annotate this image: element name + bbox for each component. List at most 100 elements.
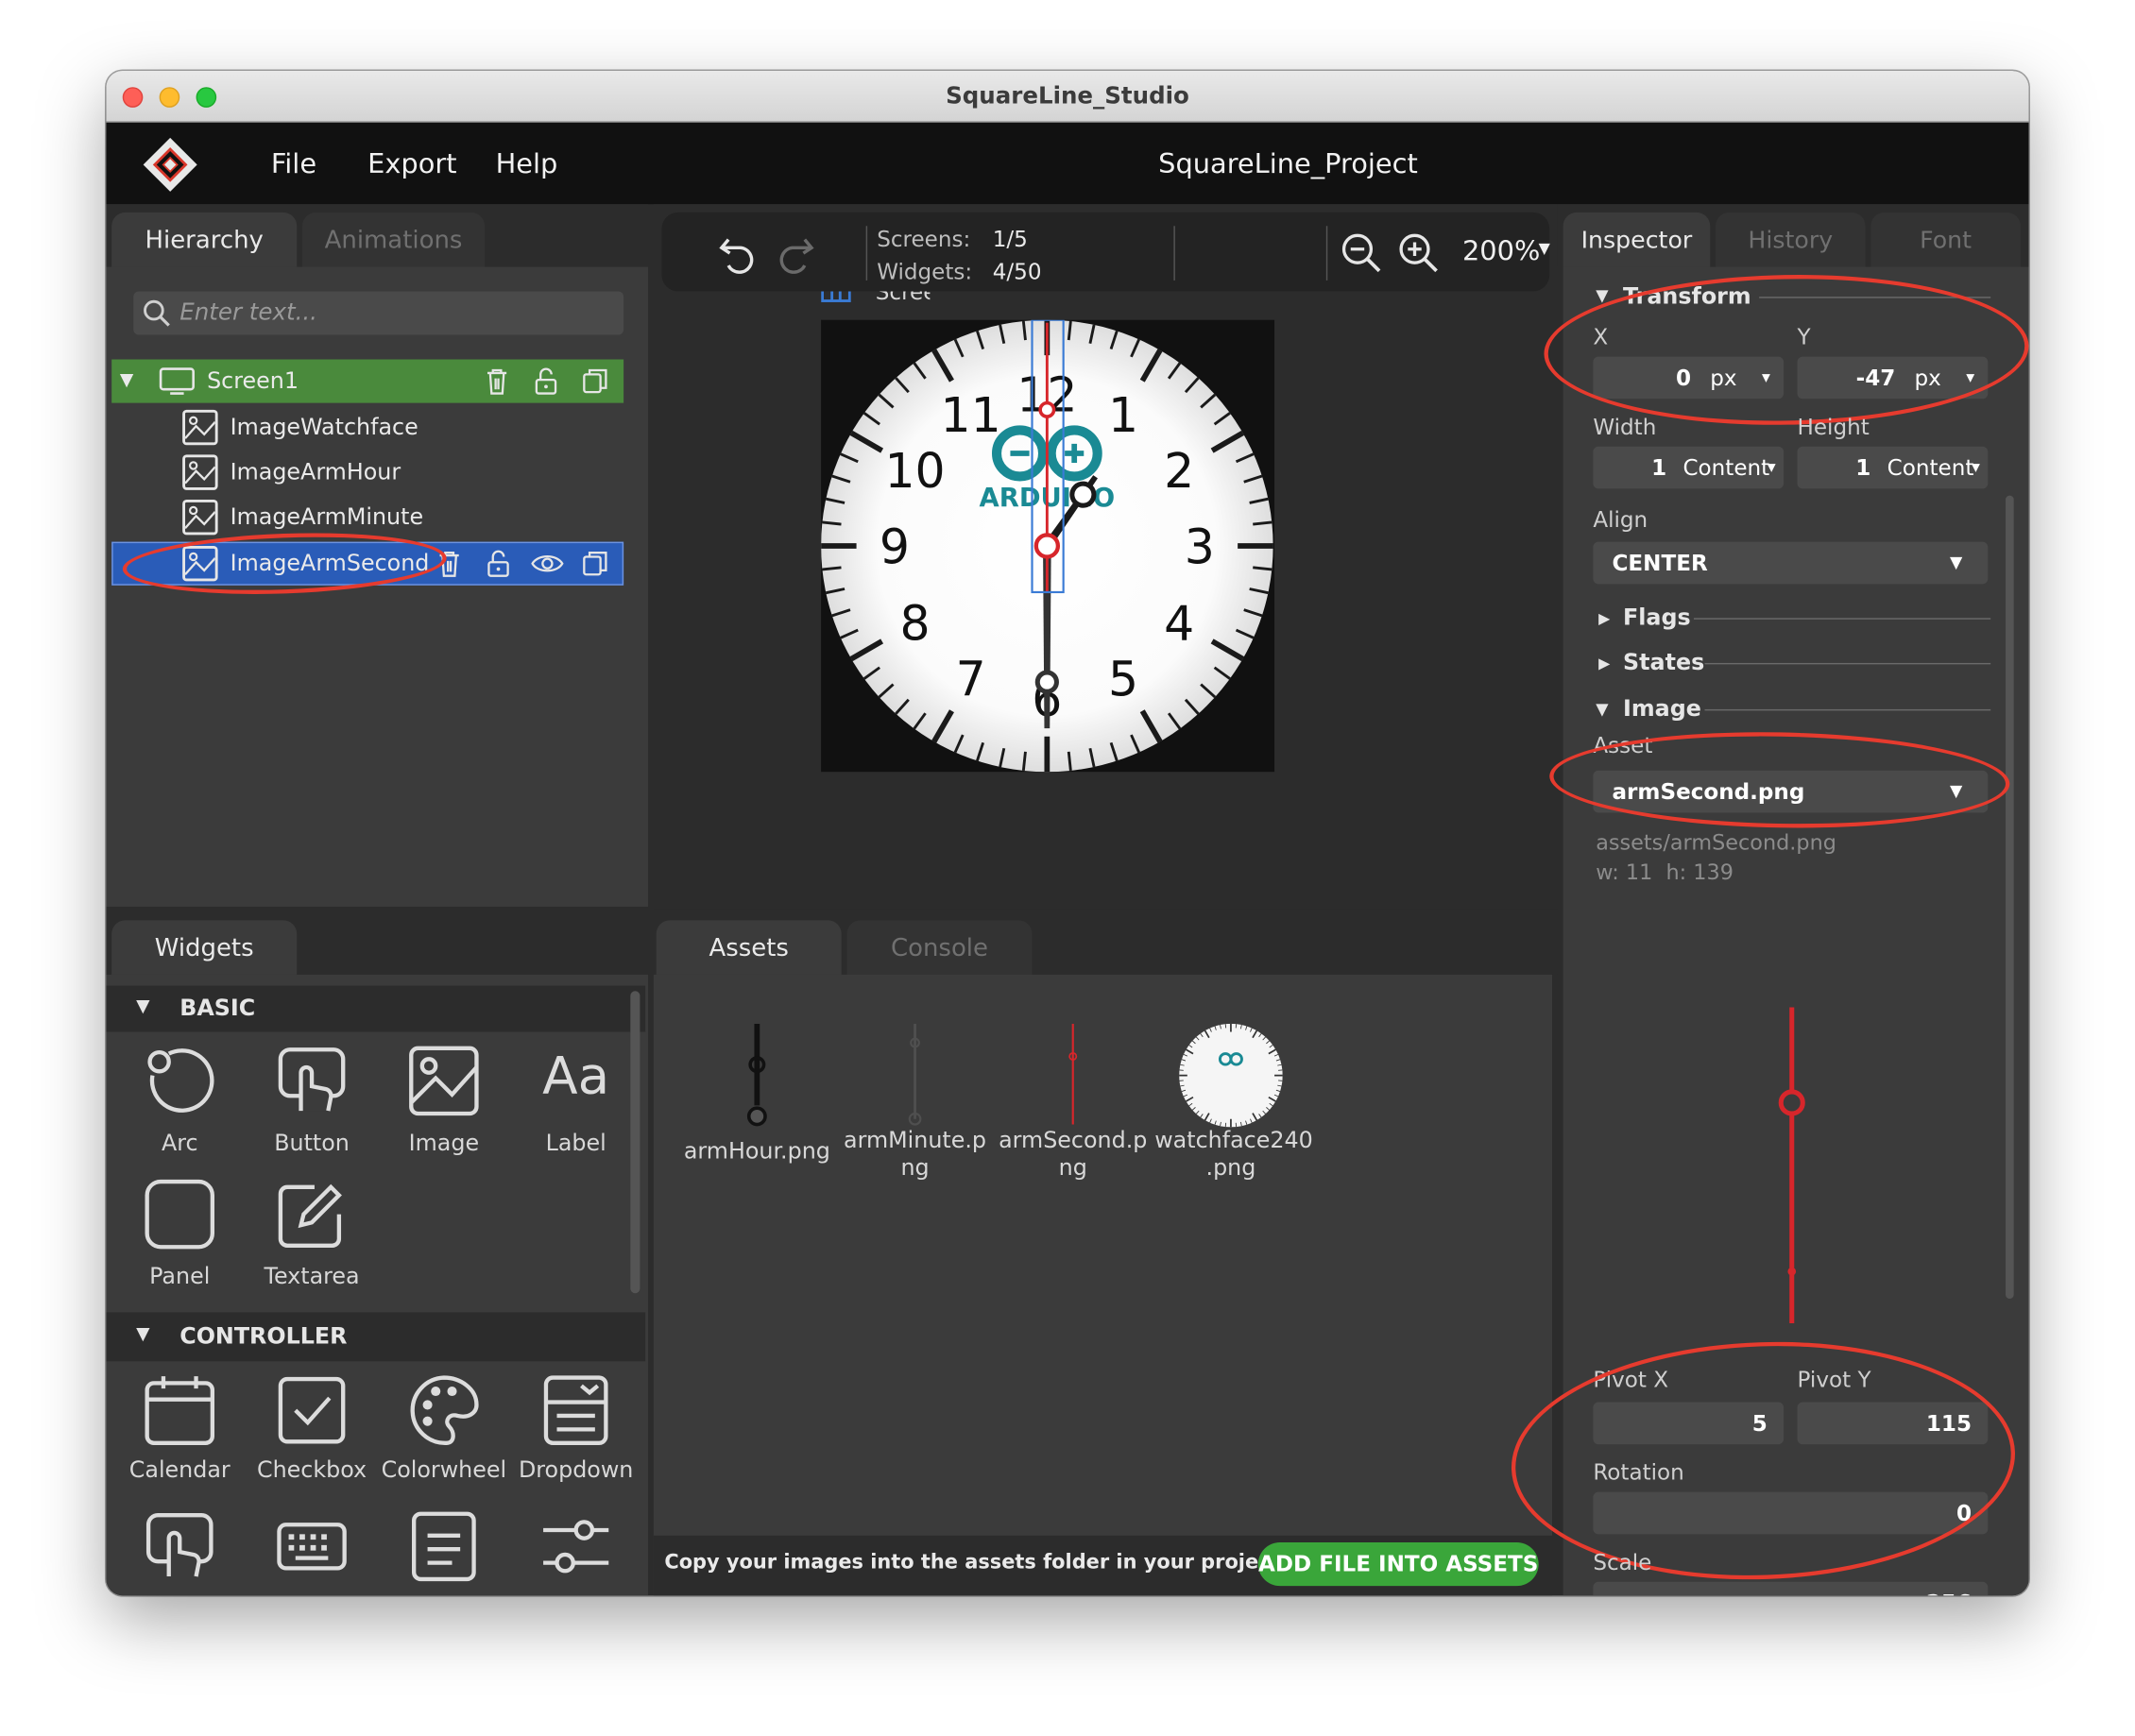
image-icon [182, 454, 218, 490]
widget-dropdown[interactable]: Dropdown [510, 1372, 640, 1503]
duplicate-icon[interactable] [580, 366, 610, 397]
menu-help[interactable]: Help [496, 147, 558, 180]
flags-section-title[interactable]: Flags [1623, 604, 1691, 630]
zoom-level[interactable]: 200% [1462, 234, 1540, 267]
widget-checkbox[interactable]: Checkbox [247, 1372, 377, 1503]
asset-watchface[interactable]: watchface240 .png [1154, 1023, 1313, 1187]
asset-path: assets/armSecond.png [1596, 830, 1836, 856]
keyboard-icon[interactable] [274, 1508, 350, 1585]
tab-font[interactable]: Font [1870, 212, 2021, 270]
expand-triangle-icon[interactable]: ▶ [1598, 655, 1610, 672]
collapse-triangle-icon[interactable]: ▼ [1596, 700, 1608, 719]
menu-file[interactable]: File [271, 147, 316, 180]
hierarchy-row-imagearmminute[interactable]: ImageArmMinute [111, 496, 623, 539]
expand-triangle-icon[interactable]: ▶ [1598, 610, 1610, 628]
undo-icon[interactable] [716, 231, 760, 275]
toolbar-divider [1173, 226, 1175, 281]
image-section-title[interactable]: Image [1623, 696, 1701, 722]
height-unit-dropdown-icon[interactable]: ▼ [1972, 447, 1980, 489]
screens-count: 1/5 [992, 226, 1028, 252]
tab-hierarchy[interactable]: Hierarchy [111, 212, 298, 270]
slider-icon[interactable] [538, 1508, 614, 1585]
assets-tabbar: Assets Console [653, 909, 1558, 978]
scale-input[interactable]: 256 [1593, 1581, 1989, 1596]
duplicate-icon[interactable] [580, 549, 610, 579]
asset-armsecond[interactable]: armSecond.p ng [997, 1023, 1149, 1187]
tab-animations[interactable]: Animations [301, 212, 486, 270]
width-input[interactable]: 1 Content ▼ [1593, 446, 1785, 489]
widget-label: Image [408, 1130, 480, 1156]
toolbar-divider [1325, 226, 1328, 281]
clock-number: 3 [1185, 519, 1215, 575]
asset-armminute[interactable]: armMinute.p ng [839, 1023, 991, 1187]
asset-preview[interactable] [1768, 1002, 1817, 1329]
widget-button[interactable]: Button [247, 1043, 377, 1173]
widgets-section-basic-header[interactable]: ▼ BASIC [106, 985, 646, 1032]
zoom-in-icon[interactable] [1397, 231, 1441, 275]
watchface-thumbnail [1179, 1023, 1283, 1128]
widget-image[interactable]: Image [379, 1043, 509, 1173]
scale-label: Scale [1593, 1549, 1652, 1575]
window-title: SquareLine_Studio [946, 82, 1189, 111]
toolbar-divider [865, 226, 868, 281]
widget-label-widget[interactable]: Aa Label [510, 1043, 640, 1173]
widgets-section-controller-header[interactable]: ▼ CONTROLLER [106, 1312, 646, 1362]
tab-assets[interactable]: Assets [656, 920, 842, 978]
asset-filename: armHour.png [683, 1137, 830, 1165]
screen-label: Screen1 [821, 291, 930, 307]
unlock-icon[interactable] [484, 549, 514, 579]
widget-arc[interactable]: Arc [114, 1043, 245, 1173]
width-unit[interactable]: Content [1682, 447, 1769, 489]
asset-armhour[interactable]: armHour.png [681, 1023, 833, 1187]
height-input[interactable]: 1 Content ▼ [1797, 446, 1989, 489]
zoom-out-icon[interactable] [1340, 231, 1383, 275]
colorwheel-icon [406, 1372, 483, 1449]
add-file-into-assets-button[interactable]: ADD FILE INTO ASSETS [1257, 1541, 1539, 1587]
calendar-icon [142, 1372, 218, 1449]
screen-name: Screen1 [875, 291, 931, 305]
imgbutton-icon[interactable] [142, 1508, 218, 1585]
widgets-tabbar: Widgets [106, 909, 649, 978]
tab-console[interactable]: Console [846, 920, 1033, 978]
unlock-icon[interactable] [531, 366, 561, 397]
checkbox-icon [274, 1372, 350, 1449]
zoom-dropdown-icon[interactable]: ▼ [1539, 240, 1550, 258]
section-title: BASIC [179, 995, 256, 1021]
hierarchy-search-input[interactable]: Enter text... [133, 291, 624, 335]
image-icon [182, 409, 218, 446]
tab-history[interactable]: History [1716, 212, 1866, 270]
red-annotation-circle [1543, 270, 2029, 430]
list-icon[interactable] [406, 1508, 483, 1585]
redo-icon[interactable] [774, 231, 817, 275]
screen-label-icon [821, 291, 851, 302]
widget-calendar[interactable]: Calendar [114, 1372, 245, 1503]
collapse-triangle-icon: ▼ [136, 1324, 150, 1346]
button-icon [274, 1043, 350, 1119]
screen-preview[interactable]: 121234567891011 ARDUINO [821, 319, 1275, 773]
height-unit[interactable]: Content [1887, 447, 1974, 489]
trash-icon[interactable] [482, 366, 512, 397]
widget-colorwheel[interactable]: Colorwheel [379, 1372, 509, 1503]
states-section-title[interactable]: States [1623, 650, 1704, 675]
menu-export[interactable]: Export [367, 147, 456, 180]
tab-widgets[interactable]: Widgets [111, 920, 298, 978]
hierarchy-row-imagearmhour[interactable]: ImageArmHour [111, 451, 623, 494]
assets-hint: Copy your images into the assets folder … [664, 1552, 1353, 1574]
visibility-eye-icon[interactable] [531, 549, 564, 579]
app-window: SquareLine_Studio File Export Help Squar… [106, 70, 2029, 1596]
inspector-tabbar: Inspector History Font [1557, 204, 2029, 270]
inspector-scrollbar[interactable] [2006, 495, 2014, 1300]
section-divider [1704, 708, 1991, 711]
tab-inspector[interactable]: Inspector [1563, 212, 1711, 270]
align-select[interactable]: CENTER ▼ [1593, 541, 1989, 585]
hierarchy-row-imagewatchface[interactable]: ImageWatchface [111, 406, 623, 450]
chevron-down-icon: ▼ [1949, 553, 1963, 572]
squareline-logo-icon [139, 133, 201, 196]
collapse-triangle-icon[interactable]: ▼ [120, 360, 133, 403]
inspector-panel: ▼ Transform X Y 0 px ▼ -47 px ▼ Width He… [1507, 266, 2029, 1596]
widget-textarea[interactable]: Textarea [247, 1176, 377, 1306]
hierarchy-item-label: ImageWatchface [230, 414, 418, 440]
hierarchy-row-screen1[interactable]: ▼ Screen1 [111, 359, 624, 403]
width-unit-dropdown-icon[interactable]: ▼ [1768, 447, 1776, 489]
widget-panel[interactable]: Panel [114, 1176, 245, 1306]
